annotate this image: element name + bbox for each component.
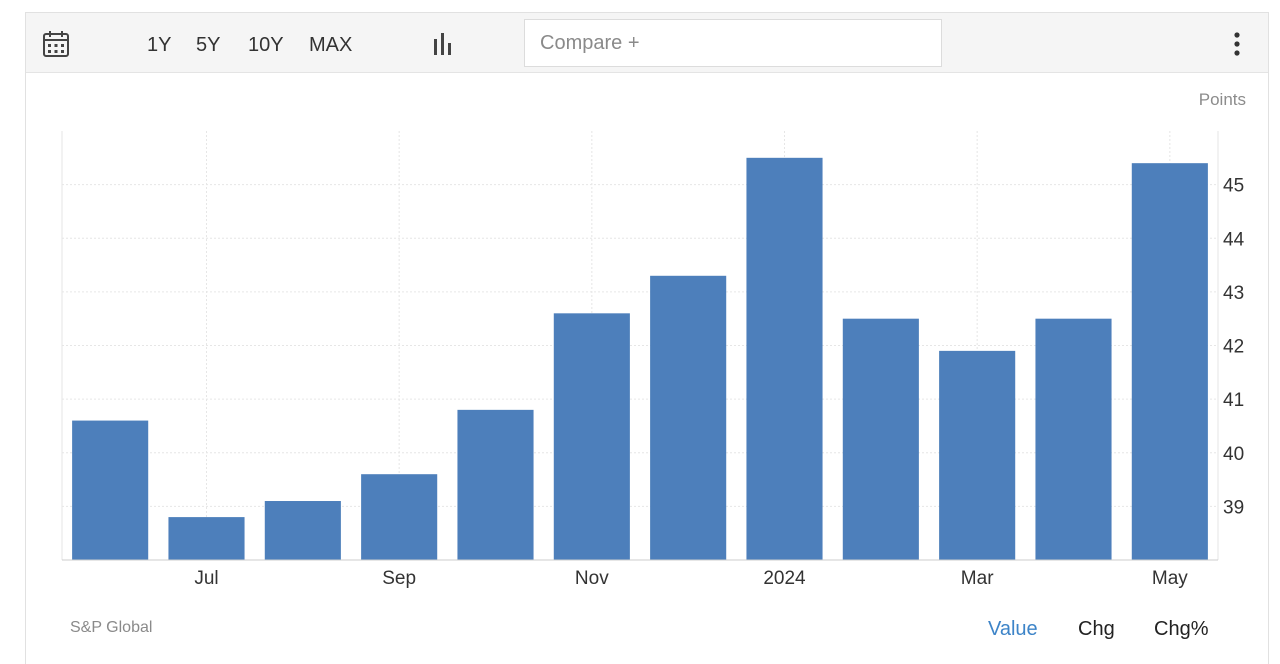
y-tick-label: 43 [1223, 283, 1244, 304]
bar [1035, 318, 1112, 560]
x-tick-label: Sep [382, 568, 416, 589]
chart-widget: 1Y 5Y 10Y MAX Points JulSepNov2024MarMay… [25, 12, 1269, 664]
x-tick-label: 2024 [763, 568, 806, 589]
x-tick-label: Mar [961, 568, 994, 589]
bar [72, 420, 149, 560]
y-tick-label: 44 [1223, 229, 1245, 250]
bar [553, 313, 630, 560]
y-tick-label: 41 [1223, 390, 1244, 411]
bar [650, 275, 727, 560]
bar [939, 350, 1016, 560]
x-tick-label: Jul [194, 568, 218, 589]
chg-tab[interactable]: Chg [1078, 618, 1115, 641]
x-tick-label: Nov [575, 568, 609, 589]
bar [361, 474, 438, 560]
y-tick-label: 42 [1223, 337, 1244, 358]
value-tab[interactable]: Value [988, 618, 1038, 641]
source-label: S&P Global [70, 619, 153, 636]
y-tick-label: 40 [1223, 444, 1244, 465]
bar [168, 517, 245, 560]
bar [457, 409, 534, 560]
bar [264, 501, 341, 560]
y-tick-label: 45 [1223, 176, 1244, 197]
bar [842, 318, 919, 560]
bar [746, 157, 823, 560]
bar [1131, 163, 1208, 561]
chg-pct-tab[interactable]: Chg% [1154, 618, 1208, 641]
y-tick-label: 39 [1223, 497, 1244, 518]
bar-chart: Jul Sep Nov 2024 Mar May 39 40 41 42 43 44 45 [61, 131, 1245, 589]
x-tick-label: May [1152, 568, 1188, 589]
